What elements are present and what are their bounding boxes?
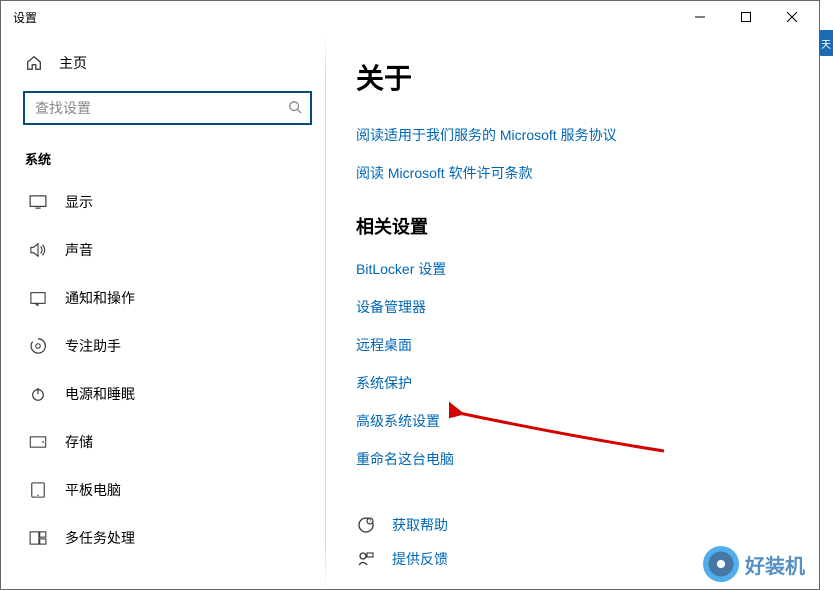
close-icon: [787, 12, 797, 22]
minimize-button[interactable]: [677, 2, 723, 32]
sidebar-item-tablet[interactable]: 平板电脑: [1, 466, 326, 514]
link-service-agreement[interactable]: 阅读适用于我们服务的 Microsoft 服务协议: [356, 125, 799, 145]
sidebar-item-notifications[interactable]: 通知和操作: [1, 274, 326, 322]
sidebar-item-label: 显示: [65, 192, 93, 212]
get-help-button[interactable]: ? 获取帮助: [356, 515, 799, 535]
sound-icon: [29, 242, 47, 258]
link-advanced-system-settings[interactable]: 高级系统设置: [356, 411, 799, 431]
sidebar-item-power[interactable]: 电源和睡眠: [1, 370, 326, 418]
sidebar-item-label: 通知和操作: [65, 288, 135, 308]
related-settings-heading: 相关设置: [356, 213, 799, 239]
home-icon: [25, 54, 43, 72]
main-content: 关于 阅读适用于我们服务的 Microsoft 服务协议 阅读 Microsof…: [326, 33, 819, 589]
sidebar-item-label: 平板电脑: [65, 480, 121, 500]
settings-window: 设置 主页: [0, 0, 820, 590]
minimize-icon: [695, 12, 705, 22]
sidebar-item-focus[interactable]: 专注助手: [1, 322, 326, 370]
feedback-button[interactable]: 提供反馈: [356, 549, 799, 569]
display-icon: [29, 195, 47, 209]
link-system-protection[interactable]: 系统保护: [356, 373, 799, 393]
search-input[interactable]: [35, 100, 288, 116]
help-icon: ?: [356, 516, 376, 534]
feedback-icon: [356, 550, 376, 568]
link-license-terms[interactable]: 阅读 Microsoft 软件许可条款: [356, 163, 799, 183]
link-remote-desktop[interactable]: 远程桌面: [356, 335, 799, 355]
sidebar-divider: [325, 33, 326, 589]
notifications-icon: [29, 290, 47, 306]
sidebar-item-storage[interactable]: 存储: [1, 418, 326, 466]
sidebar-item-label: 声音: [65, 240, 93, 260]
link-device-manager[interactable]: 设备管理器: [356, 297, 799, 317]
search-box[interactable]: [23, 91, 312, 125]
titlebar: 设置: [1, 1, 819, 33]
feedback-label: 提供反馈: [392, 549, 448, 569]
sidebar-item-sound[interactable]: 声音: [1, 226, 326, 274]
power-icon: [29, 386, 47, 402]
background-edge-tags: S 在 石 五 石 天: [819, 30, 833, 570]
window-body: 主页 系统 显示 声音 通知和操作: [1, 33, 819, 589]
close-button[interactable]: [769, 2, 815, 32]
maximize-icon: [741, 12, 751, 22]
window-controls: [677, 2, 815, 32]
link-rename-pc[interactable]: 重命名这台电脑: [356, 449, 799, 469]
section-label-system: 系统: [1, 143, 326, 178]
sidebar-item-label: 存储: [65, 432, 93, 452]
search-icon: [288, 100, 302, 117]
sidebar: 主页 系统 显示 声音 通知和操作: [1, 33, 326, 589]
sidebar-item-display[interactable]: 显示: [1, 178, 326, 226]
svg-text:?: ?: [369, 519, 372, 525]
link-bitlocker[interactable]: BitLocker 设置: [356, 259, 799, 279]
sidebar-item-multitask[interactable]: 多任务处理: [1, 514, 326, 562]
multitask-icon: [29, 531, 47, 545]
window-title: 设置: [13, 9, 37, 26]
page-title: 关于: [356, 57, 799, 97]
tablet-icon: [29, 482, 47, 498]
sidebar-item-label: 多任务处理: [65, 528, 135, 548]
home-label: 主页: [59, 53, 87, 73]
home-button[interactable]: 主页: [1, 43, 326, 87]
storage-icon: [29, 436, 47, 448]
sidebar-item-label: 电源和睡眠: [65, 384, 135, 404]
maximize-button[interactable]: [723, 2, 769, 32]
get-help-label: 获取帮助: [392, 515, 448, 535]
focus-icon: [29, 338, 47, 354]
sidebar-item-label: 专注助手: [65, 336, 121, 356]
